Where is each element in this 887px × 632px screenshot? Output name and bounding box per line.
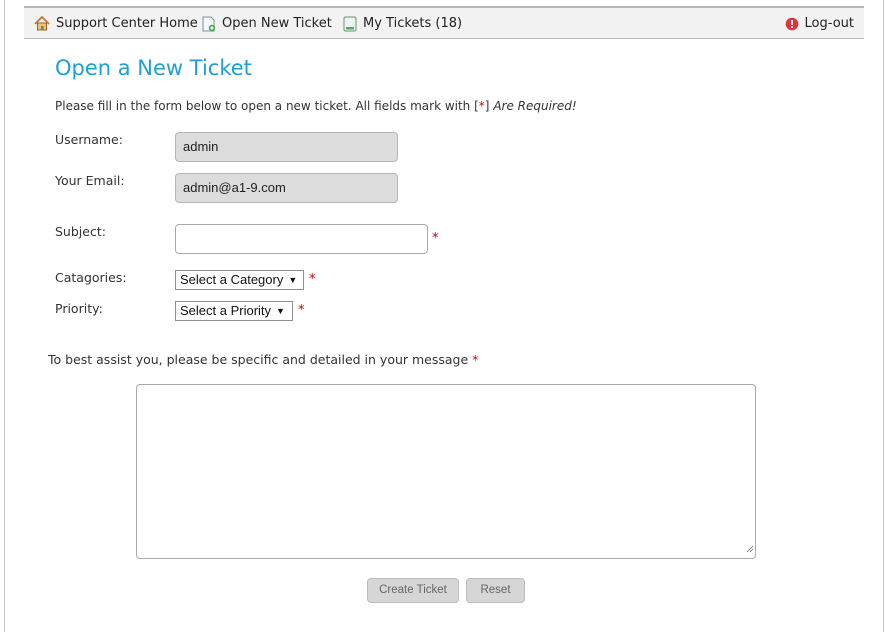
- nav-my-tickets[interactable]: My Tickets (18): [343, 8, 462, 39]
- message-required-star: *: [472, 352, 479, 367]
- category-label: Catagories:: [55, 270, 127, 285]
- priority-required-star: *: [298, 303, 305, 318]
- chevron-down-icon: ▼: [288, 275, 298, 285]
- instructions-text: Please fill in the form below to open a …: [55, 99, 479, 113]
- instructions-bracket: ]: [484, 99, 490, 113]
- instructions-required-note: Are Required!: [493, 99, 577, 113]
- resize-grip-icon[interactable]: [745, 538, 754, 557]
- nav-open-new-ticket[interactable]: Open New Ticket: [202, 8, 332, 39]
- category-select[interactable]: Select a Category ▼: [175, 270, 304, 290]
- priority-select-value: Select a Priority: [180, 303, 272, 318]
- new-ticket-icon: [202, 16, 216, 32]
- subject-label: Subject:: [55, 224, 106, 239]
- my-tickets-icon: [343, 16, 357, 32]
- top-navbar: Support Center Home Open New Ticket My T…: [24, 6, 864, 39]
- create-ticket-button[interactable]: Create Ticket: [367, 578, 459, 603]
- form-instructions: Please fill in the form below to open a …: [55, 99, 577, 113]
- logout-icon: [785, 17, 799, 31]
- username-field: admin: [175, 132, 398, 162]
- priority-label: Priority:: [55, 301, 103, 316]
- nav-home-label: Support Center Home: [56, 16, 198, 31]
- message-textarea[interactable]: [136, 384, 756, 559]
- reset-button[interactable]: Reset: [466, 578, 525, 603]
- nav-new-ticket-label: Open New Ticket: [222, 16, 332, 31]
- home-icon: [34, 16, 50, 31]
- nav-my-tickets-label: My Tickets (18): [363, 16, 463, 31]
- email-label: Your Email:: [55, 173, 125, 188]
- subject-input[interactable]: [175, 224, 428, 254]
- username-label: Username:: [55, 132, 123, 147]
- subject-required-star: *: [432, 231, 439, 246]
- email-field: admin@a1-9.com: [175, 173, 398, 203]
- nav-logout-label: Log-out: [804, 16, 854, 31]
- nav-support-center-home[interactable]: Support Center Home: [34, 8, 198, 39]
- category-required-star: *: [309, 272, 316, 287]
- chevron-down-icon: ▼: [276, 306, 285, 316]
- priority-select[interactable]: Select a Priority ▼: [175, 301, 293, 321]
- message-label: To best assist you, please be specific a…: [48, 352, 478, 367]
- message-label-text: To best assist you, please be specific a…: [48, 352, 469, 367]
- category-select-value: Select a Category: [180, 272, 284, 287]
- page-title: Open a New Ticket: [55, 56, 252, 80]
- nav-logout[interactable]: Log-out: [785, 8, 854, 39]
